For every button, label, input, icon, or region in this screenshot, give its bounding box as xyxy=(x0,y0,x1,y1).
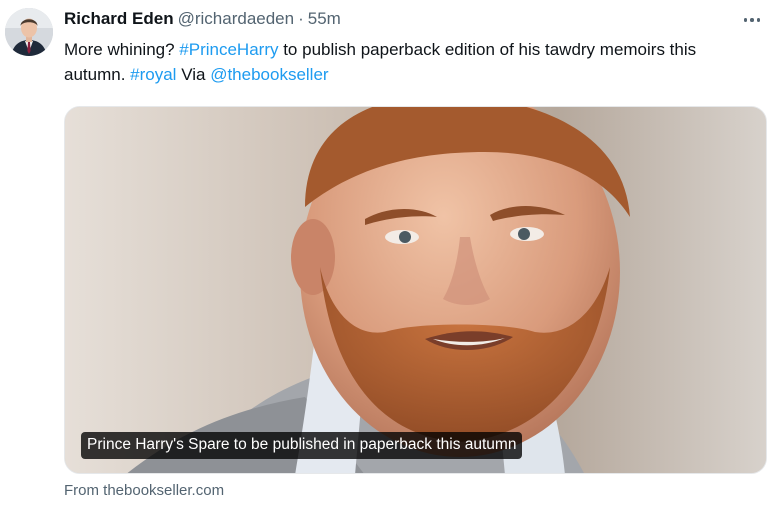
more-horizontal-icon[interactable] xyxy=(741,10,763,30)
avatar[interactable] xyxy=(5,8,53,56)
hashtag-princeharry[interactable]: #PrinceHarry xyxy=(179,40,278,59)
tweet-text-part: More whining? xyxy=(64,40,180,59)
author-name[interactable]: Richard Eden xyxy=(64,9,174,28)
tweet-header: Richard Eden @richardaeden · 55m xyxy=(64,8,341,30)
tweet[interactable]: Richard Eden @richardaeden · 55m More whini… xyxy=(0,0,769,506)
card-caption: Prince Harry's Spare to be published in … xyxy=(81,432,523,459)
tweet-text-part: Via xyxy=(176,65,211,84)
mention-thebookseller[interactable]: @thebookseller xyxy=(210,65,328,84)
hashtag-royal[interactable]: #royal xyxy=(130,65,176,84)
card-source[interactable]: From thebookseller.com xyxy=(64,481,224,501)
separator-dot: · xyxy=(298,9,304,28)
card-image xyxy=(65,107,766,473)
tweet-text: More whining? #PrinceHarry to publish pa… xyxy=(64,37,754,87)
author-handle[interactable]: @richardaeden xyxy=(178,9,295,28)
link-card[interactable]: Prince Harry's Spare to be published in … xyxy=(64,106,767,474)
timestamp[interactable]: 55m xyxy=(308,9,341,28)
